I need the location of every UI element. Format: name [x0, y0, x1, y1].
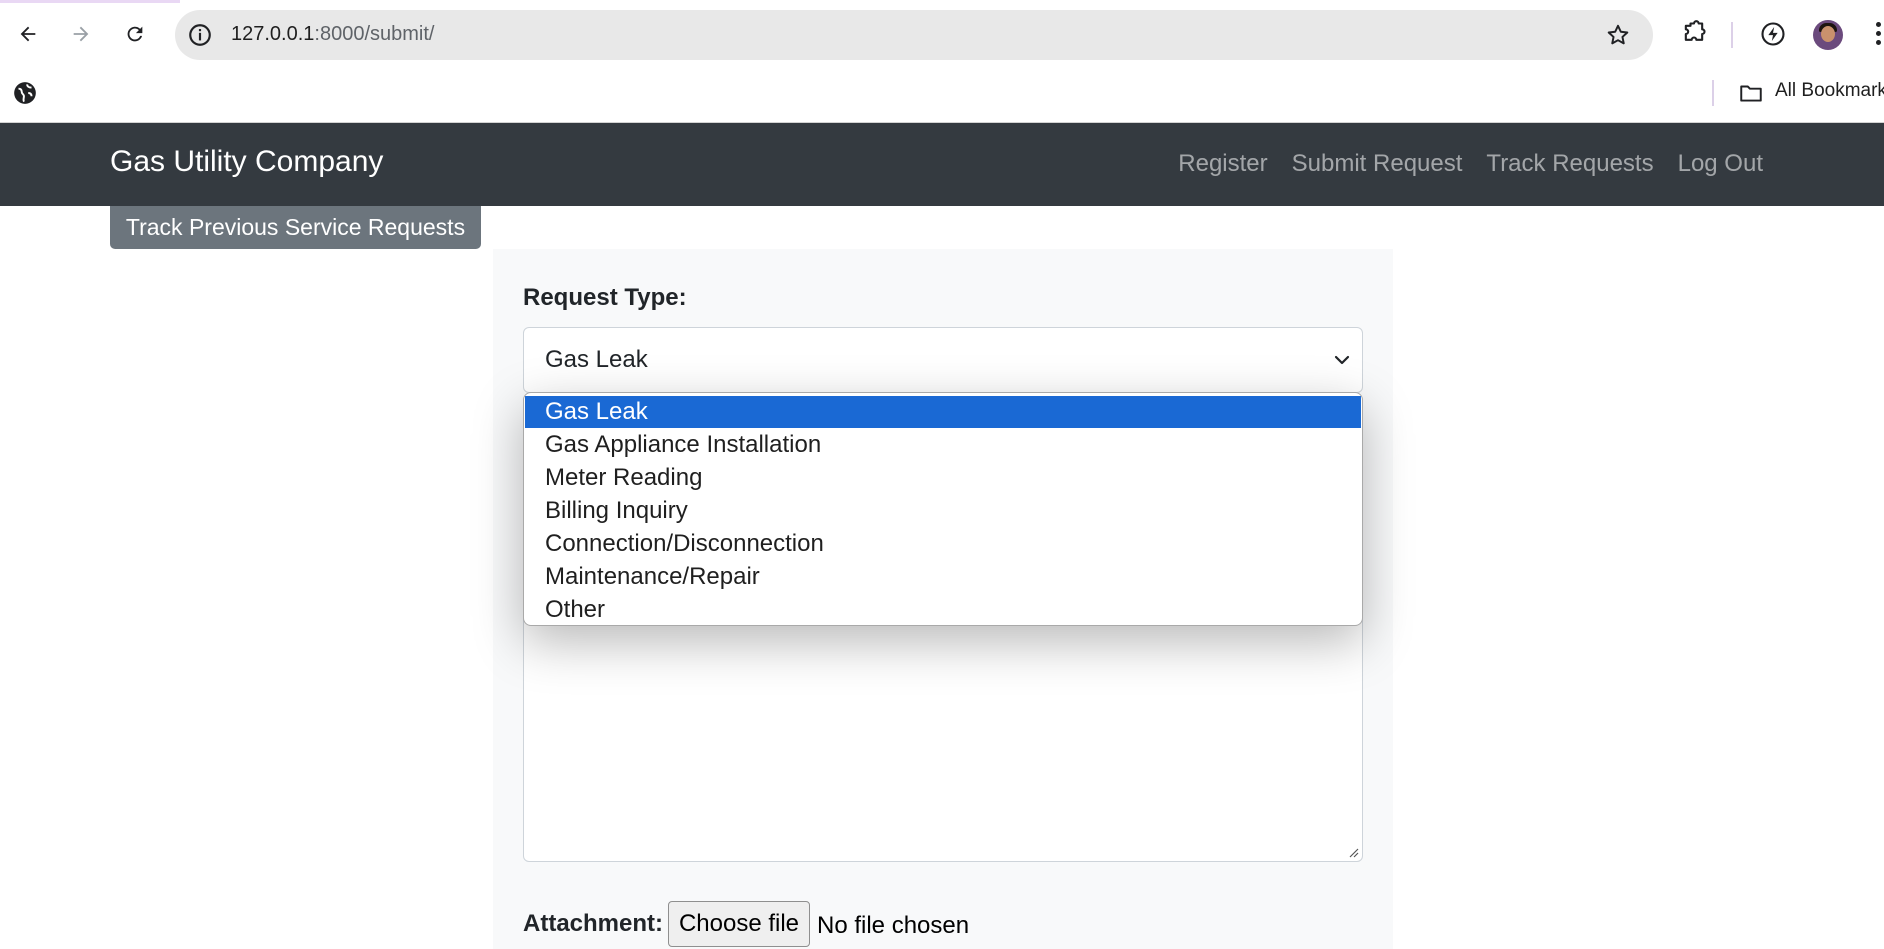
- nav-links: Register Submit Request Track Requests L…: [1178, 150, 1763, 178]
- option-maintenance-repair[interactable]: Maintenance/Repair: [525, 561, 1361, 593]
- request-type-select[interactable]: Gas Leak: [523, 327, 1363, 393]
- option-other[interactable]: Other: [525, 594, 1361, 625]
- forward-button[interactable]: [63, 16, 99, 52]
- url-text: 127.0.0.1:8000/submit/: [231, 23, 435, 46]
- site-info-icon[interactable]: [187, 22, 213, 48]
- nav-register-link[interactable]: Register: [1178, 150, 1267, 178]
- address-bar[interactable]: 127.0.0.1:8000/submit/: [175, 10, 1653, 60]
- arrow-right-icon: [73, 26, 89, 42]
- option-billing-inquiry[interactable]: Billing Inquiry: [525, 495, 1361, 527]
- nav-submit-request-link[interactable]: Submit Request: [1292, 150, 1463, 178]
- back-button[interactable]: [10, 16, 46, 52]
- reload-icon: [127, 26, 143, 42]
- option-gas-leak[interactable]: Gas Leak: [525, 396, 1361, 428]
- request-type-selected-value: Gas Leak: [545, 346, 648, 373]
- reload-button[interactable]: [117, 16, 153, 52]
- tab-strip-accent: [0, 0, 180, 3]
- nav-log-out-link[interactable]: Log Out: [1678, 150, 1763, 178]
- request-type-label: Request Type:: [523, 284, 687, 311]
- nav-track-requests-link[interactable]: Track Requests: [1486, 150, 1653, 178]
- profile-avatar[interactable]: [1813, 20, 1843, 50]
- url-path: :8000/submit/: [314, 23, 435, 45]
- option-gas-appliance-installation[interactable]: Gas Appliance Installation: [525, 429, 1361, 461]
- chevron-down-icon: [1334, 355, 1350, 365]
- bookmarks-bar: All Bookmarks: [0, 70, 1884, 123]
- option-connection-disconnection[interactable]: Connection/Disconnection: [525, 528, 1361, 560]
- track-previous-requests-button[interactable]: Track Previous Service Requests: [110, 206, 481, 249]
- arrow-left-icon: [20, 26, 36, 42]
- browser-menu-icon[interactable]: [1876, 22, 1882, 48]
- extensions-icon[interactable]: [1680, 20, 1708, 48]
- choose-file-button[interactable]: Choose file: [668, 901, 810, 947]
- folder-icon: [1740, 85, 1762, 102]
- attachment-label: Attachment:: [523, 910, 664, 937]
- all-bookmarks-button[interactable]: All Bookmarks: [1775, 80, 1884, 102]
- site-navbar: Gas Utility Company Register Submit Requ…: [0, 123, 1884, 206]
- resize-grip-icon[interactable]: [1347, 846, 1359, 858]
- file-status-text: No file chosen: [817, 912, 970, 939]
- performance-icon[interactable]: [1759, 20, 1787, 48]
- url-host: 127.0.0.1: [231, 23, 315, 45]
- bookmarks-divider: [1712, 80, 1714, 106]
- request-type-options-list: Gas Leak Gas Appliance Installation Mete…: [523, 392, 1363, 626]
- toolbar-divider: [1731, 22, 1733, 48]
- brand-link[interactable]: Gas Utility Company: [110, 145, 383, 179]
- browser-toolbar: 127.0.0.1:8000/submit/: [0, 0, 1884, 60]
- option-meter-reading[interactable]: Meter Reading: [525, 462, 1361, 494]
- bookmark-star-icon[interactable]: [1605, 22, 1631, 48]
- globe-icon[interactable]: [12, 80, 38, 106]
